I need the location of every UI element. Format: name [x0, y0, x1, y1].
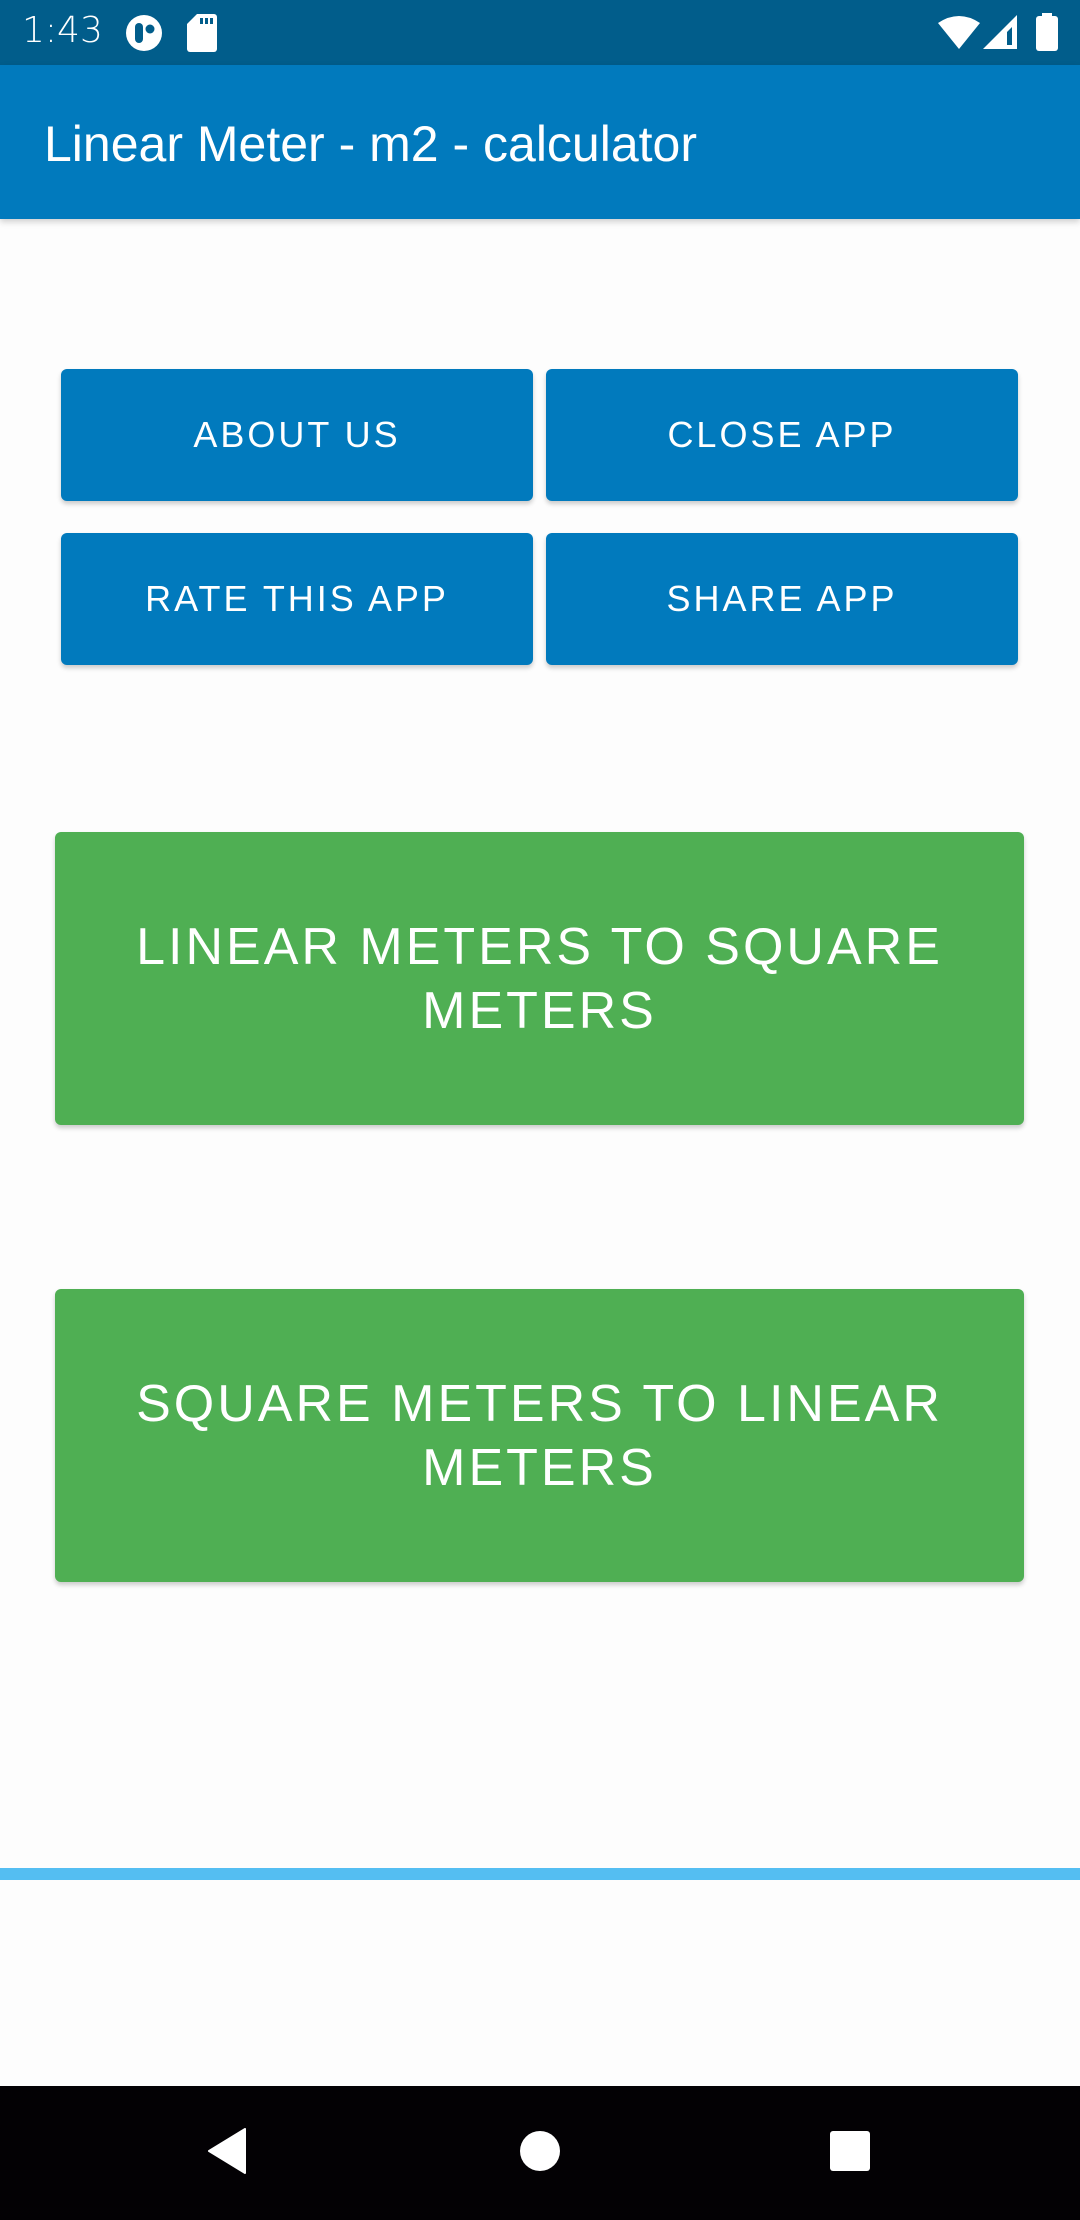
share-app-button[interactable]: SHARE APP	[546, 533, 1018, 665]
app-title: Linear Meter - m2 - calculator	[44, 116, 698, 172]
home-button[interactable]	[473, 2086, 607, 2220]
recents-button[interactable]	[783, 2086, 917, 2220]
status-time: 1:43	[22, 10, 103, 51]
sd-card-icon	[187, 14, 217, 57]
back-button[interactable]	[160, 2086, 294, 2220]
square-to-linear-button[interactable]: SQUARE METERS TO LINEAR METERS	[55, 1289, 1024, 1582]
cellular-signal-icon	[983, 15, 1017, 54]
app-bar: Linear Meter - m2 - calculator	[0, 65, 1080, 219]
recents-icon	[829, 2130, 871, 2177]
wifi-icon	[938, 15, 980, 54]
battery-icon	[1036, 13, 1058, 56]
back-icon	[207, 2127, 247, 2179]
close-app-button[interactable]: CLOSE APP	[546, 369, 1018, 501]
navigation-bar	[0, 2086, 1080, 2220]
notification-app-icon	[125, 14, 163, 57]
status-bar: 1:43	[0, 0, 1080, 65]
about-us-button[interactable]: ABOUT US	[61, 369, 533, 501]
linear-to-square-button[interactable]: LINEAR METERS TO SQUARE METERS	[55, 832, 1024, 1125]
home-icon	[519, 2130, 561, 2177]
accent-divider-line	[0, 1868, 1080, 1880]
rate-app-button[interactable]: RATE THIS APP	[61, 533, 533, 665]
